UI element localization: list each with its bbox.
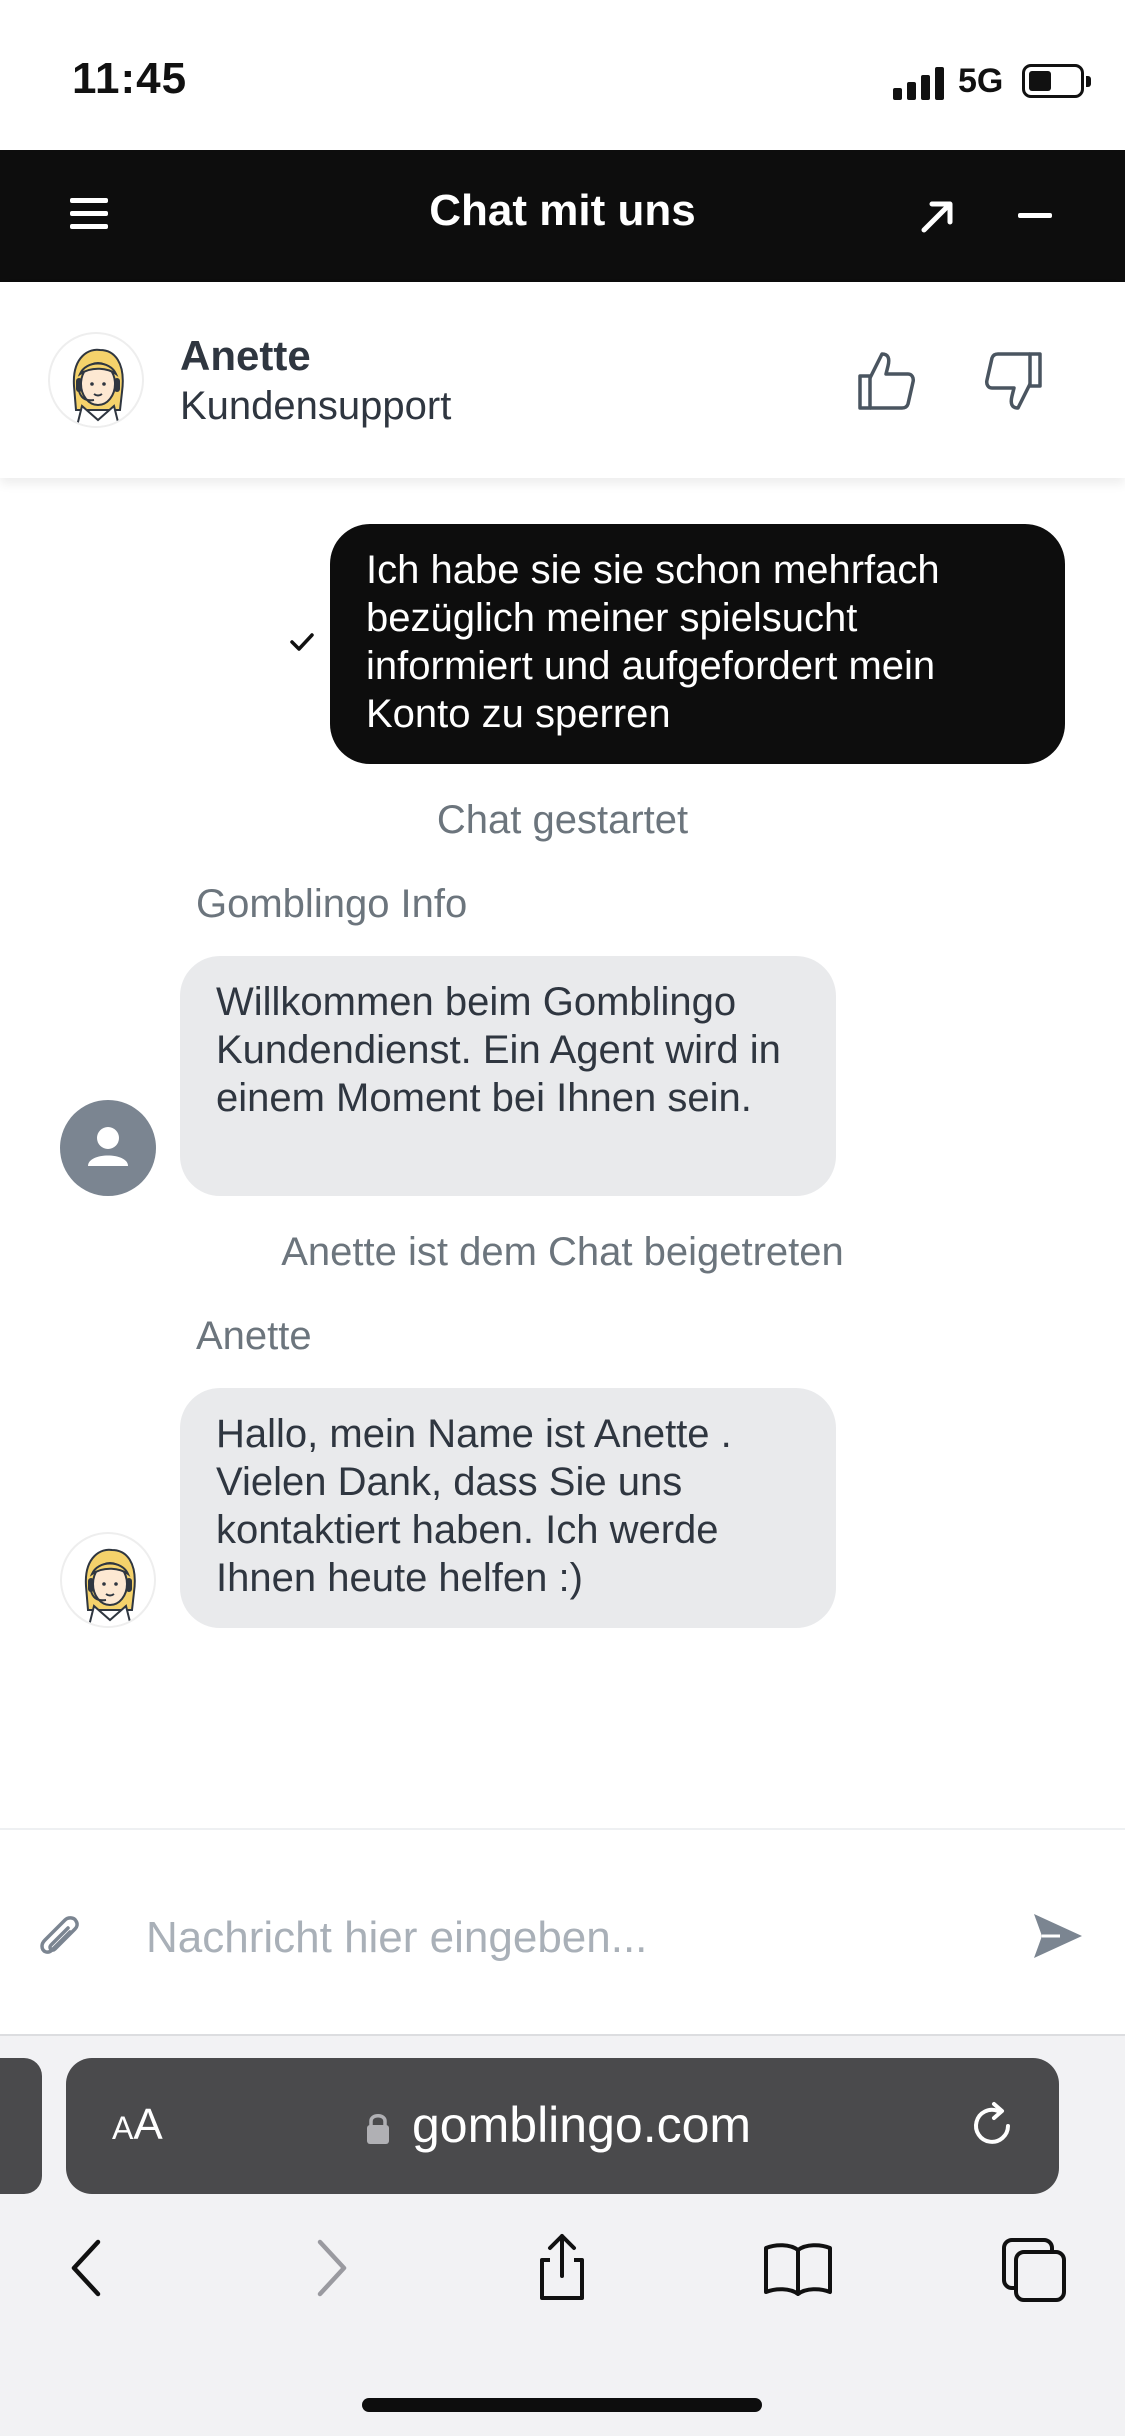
- user-icon: [88, 1127, 128, 1166]
- bot-sender-label: Gomblingo Info: [196, 882, 468, 926]
- bot-message: Willkommen beim Gomblingo Kundendienst. …: [180, 956, 836, 1196]
- agent-joined-notice: Anette ist dem Chat beigetreten: [281, 1230, 844, 1274]
- battery-icon: [1022, 64, 1091, 98]
- thumbs-up-icon[interactable]: [852, 346, 922, 416]
- browser-chrome: AA gomblingo.com: [0, 2034, 1125, 2436]
- bot-avatar: [60, 1100, 156, 1196]
- thumbs-down-icon[interactable]: [978, 346, 1048, 416]
- message-list[interactable]: Ich habe sie sie schon mehrfach bezüglic…: [0, 478, 1125, 1828]
- paperclip-icon[interactable]: [36, 1912, 82, 1964]
- support-agent-icon: [72, 348, 124, 426]
- support-agent-icon: [84, 1548, 136, 1626]
- share-icon[interactable]: [526, 2232, 598, 2304]
- signal-icon: [893, 66, 945, 100]
- message-input[interactable]: [146, 1886, 986, 1990]
- checkmark-icon: [290, 633, 314, 651]
- back-icon[interactable]: [52, 2232, 124, 2304]
- url-text: gomblingo.com: [412, 2097, 752, 2153]
- message-composer: [0, 1828, 1125, 2034]
- tabs-icon[interactable]: [998, 2232, 1070, 2304]
- status-bar: 11:45 5G: [0, 0, 1125, 150]
- send-icon[interactable]: [1030, 1910, 1086, 1962]
- home-indicator: [362, 2398, 762, 2412]
- agent-bar: Anette Kundensupport: [0, 282, 1125, 478]
- bookmarks-icon[interactable]: [762, 2232, 834, 2304]
- reload-icon[interactable]: [964, 2098, 1020, 2154]
- agent-message: Hallo, mein Name ist Anette . Vielen Dan…: [180, 1388, 836, 1628]
- status-time: 11:45: [72, 54, 188, 103]
- agent-message-avatar: [60, 1532, 156, 1628]
- chat-header: Chat mit uns: [0, 150, 1125, 282]
- arrow-up-right-icon[interactable]: [910, 188, 966, 244]
- agent-name: Anette: [180, 332, 311, 379]
- previous-tab-preview[interactable]: [0, 2058, 42, 2194]
- agent-role: Kundensupport: [180, 384, 452, 428]
- network-label: 5G: [958, 62, 1004, 100]
- lock-icon: [367, 2114, 389, 2144]
- address-bar[interactable]: AA gomblingo.com: [66, 2058, 1059, 2194]
- minus-icon[interactable]: [1018, 213, 1052, 218]
- forward-icon[interactable]: [294, 2232, 366, 2304]
- agent-sender-label: Anette: [196, 1314, 312, 1358]
- outgoing-message: Ich habe sie sie schon mehrfach bezüglic…: [330, 524, 1065, 764]
- text-size-button[interactable]: AA: [112, 2100, 163, 2150]
- chat-started-notice: Chat gestartet: [436, 798, 689, 842]
- agent-avatar: [48, 332, 144, 428]
